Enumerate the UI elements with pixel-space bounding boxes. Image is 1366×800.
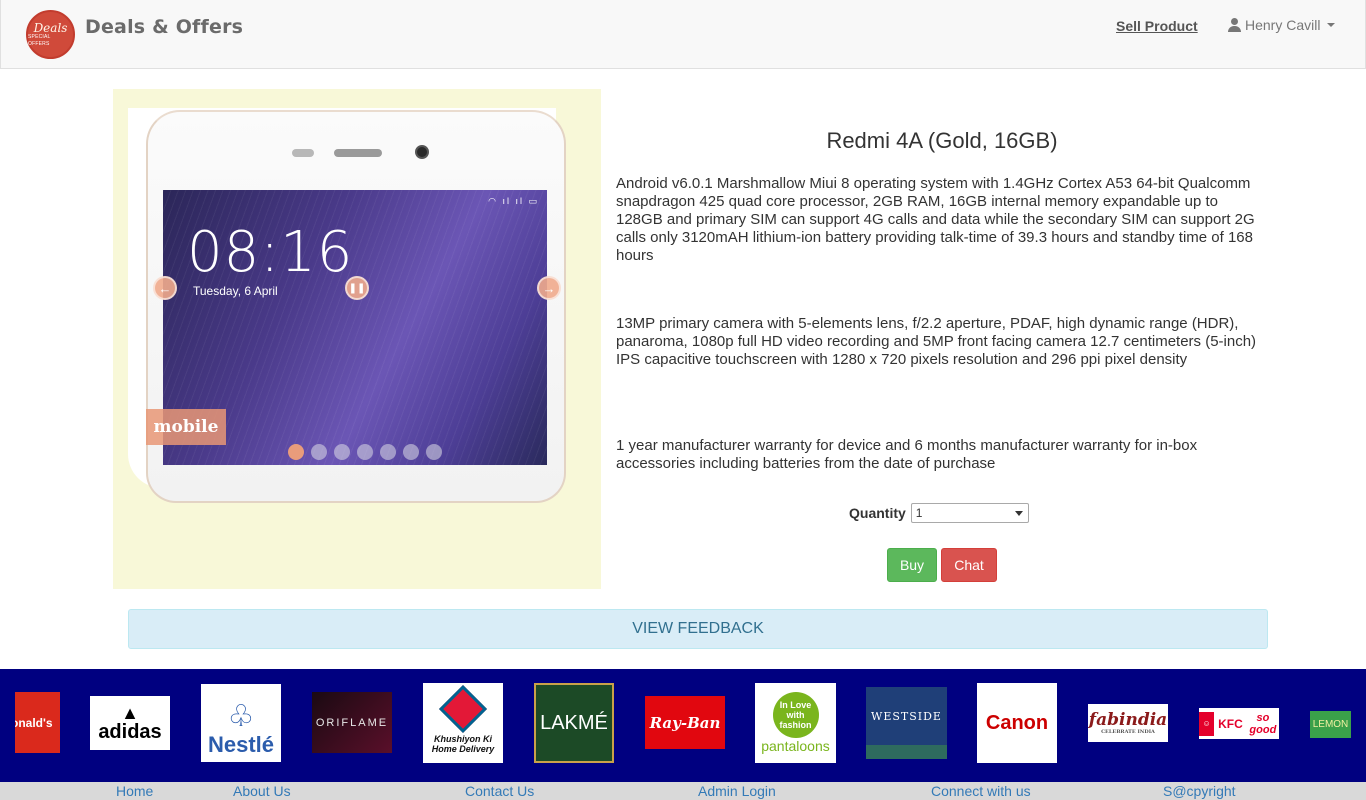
product-description-2: 13MP primary camera with 5-elements lens…: [616, 315, 1257, 368]
brand-text: Canon: [985, 711, 1049, 734]
phone-camera: [415, 145, 429, 159]
footer-links-bar: Home About Us Contact Us Admin Login Con…: [0, 782, 1366, 800]
site-logo[interactable]: Deals SPECIAL OFFERS: [26, 10, 75, 59]
carousel-next-arrow-icon[interactable]: →: [537, 276, 561, 300]
lockscreen-date: Tuesday, 6 April: [193, 284, 278, 298]
carousel-dot[interactable]: [426, 444, 442, 460]
brand-text: adidas: [98, 721, 162, 743]
carousel-prev-arrow-icon[interactable]: ←: [153, 276, 177, 300]
brand-text: LEMON: [1312, 719, 1349, 730]
carousel-indicators: [288, 444, 442, 460]
brand-logo-nestle[interactable]: ♧ Nestlé: [201, 684, 281, 762]
brand-logo-oriflame[interactable]: ORIFLAME: [312, 692, 392, 753]
carousel-dot[interactable]: [403, 444, 419, 460]
view-feedback-button[interactable]: VIEW FEEDBACK: [128, 609, 1268, 649]
chevron-down-icon: [1014, 511, 1023, 516]
brand-logo-dominos[interactable]: Khushiyon Ki Home Delivery: [423, 683, 503, 763]
brand-text: Ray-Ban: [649, 713, 721, 732]
brand-text: fabindia: [1088, 709, 1168, 730]
footer-link-contact-us[interactable]: Contact Us: [465, 783, 534, 799]
quantity-select[interactable]: 1: [910, 503, 1029, 523]
carousel-dot[interactable]: [380, 444, 396, 460]
brand-logo-westside[interactable]: WESTSIDE: [866, 687, 947, 759]
brand-text: ORIFLAME: [315, 716, 389, 729]
logo-text: Deals: [33, 20, 68, 35]
footer-link-connect-with-us[interactable]: Connect with us: [931, 783, 1031, 799]
brand-text: KFC: [1218, 716, 1243, 731]
user-icon: [1228, 18, 1241, 32]
brand-tagline: In Love with fashion: [772, 692, 819, 738]
dominos-domino-icon: [438, 684, 488, 734]
product-description-1: Android v6.0.1 Marshmallow Miui 8 operat…: [616, 175, 1255, 264]
brand-tagline: so good: [1249, 711, 1277, 736]
user-name: Henry Cavill: [1245, 17, 1321, 33]
phone-speaker: [334, 149, 382, 157]
adidas-stripes-icon: ▲: [121, 703, 139, 723]
footer-link-home[interactable]: Home: [116, 783, 153, 799]
category-tag: mobile: [146, 409, 226, 445]
sell-product-link[interactable]: Sell Product: [1116, 18, 1198, 34]
caret-down-icon: [1327, 23, 1336, 27]
quantity-row: Quantity 1: [849, 503, 1029, 523]
brand-logo-kfc[interactable]: ☺ KFC so good: [1199, 708, 1279, 739]
brand-logo-lakme[interactable]: LAKMÉ: [534, 683, 614, 763]
quantity-label: Quantity: [849, 505, 906, 521]
brand-logo-mcdonalds[interactable]: onald's: [15, 692, 60, 753]
brand-logo-adidas[interactable]: ▲ adidas: [90, 696, 170, 750]
brand-text: Nestlé: [207, 732, 275, 757]
brand-tagline: CELEBRATE INDIA: [1101, 728, 1155, 735]
brand-text: LAKMÉ: [540, 711, 608, 734]
buy-button[interactable]: Buy: [887, 548, 937, 582]
brand-text: onald's: [15, 715, 53, 730]
carousel-dot[interactable]: [288, 444, 304, 460]
footer-link-about-us[interactable]: About Us: [233, 783, 291, 799]
product-description-3: 1 year manufacturer warranty for device …: [616, 437, 1198, 472]
brand-logo-fabindia[interactable]: fabindia CELEBRATE INDIA: [1088, 704, 1168, 742]
brand-logo-pantaloons[interactable]: In Love with fashion pantaloons: [755, 683, 836, 763]
product-title: Redmi 4A (Gold, 16GB): [826, 128, 1058, 153]
top-navbar: Deals SPECIAL OFFERS Deals & Offers Sell…: [0, 0, 1366, 69]
status-bar-icons: ◠ ıl ıl ▭: [488, 196, 539, 206]
footer-link-admin-login[interactable]: Admin Login: [698, 783, 776, 799]
site-brand-name[interactable]: Deals & Offers: [85, 16, 243, 38]
brand-text: pantaloons: [761, 738, 830, 754]
chat-button[interactable]: Chat: [941, 548, 997, 582]
lockscreen-clock: 08:16: [187, 220, 354, 285]
footer-copyright: S@cpyright: [1163, 783, 1236, 799]
bird-nest-icon: ♧: [227, 700, 255, 733]
phone-sensor: [292, 149, 314, 157]
brand-logo-rayban[interactable]: Ray-Ban: [645, 696, 725, 749]
carousel-pause-icon[interactable]: ❚❚: [345, 276, 369, 300]
logo-subtext: SPECIAL OFFERS: [28, 33, 51, 47]
brand-text: WESTSIDE: [871, 709, 942, 723]
brand-logo-canon[interactable]: Canon: [977, 683, 1057, 763]
carousel-dot[interactable]: [311, 444, 327, 460]
kfc-colonel-icon: ☺: [1199, 711, 1215, 736]
carousel-dot[interactable]: [357, 444, 373, 460]
brand-logo-lemon[interactable]: LEMON: [1310, 711, 1351, 738]
user-menu-dropdown[interactable]: Henry Cavill: [1228, 17, 1336, 33]
brand-logos-strip: onald's ▲ adidas ♧ Nestlé ORIFLAME Khush…: [0, 669, 1366, 782]
brand-text: Khushiyon Ki Home Delivery: [431, 734, 495, 754]
carousel-dot[interactable]: [334, 444, 350, 460]
quantity-value: 1: [915, 506, 923, 520]
